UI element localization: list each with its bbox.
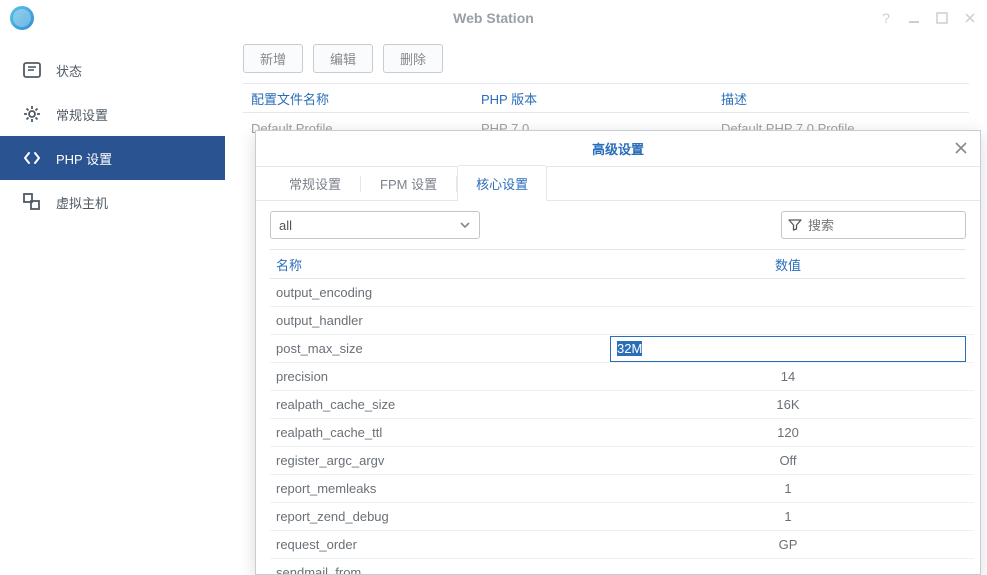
dialog-tabs: 常规设置 FPM 设置 核心设置 [256,167,980,201]
maximize-button[interactable] [935,11,949,25]
sidebar-item-php[interactable]: PHP 设置 [0,136,225,180]
setting-name: request_order [270,537,610,552]
setting-value: 1 [610,509,974,524]
profile-table-header: 配置文件名称 PHP 版本 描述 [243,83,969,113]
dialog-title-bar: 高级设置 [256,131,980,167]
setting-row[interactable]: request_orderGP [270,531,974,559]
setting-row[interactable]: output_handler [270,307,974,335]
sidebar-item-general[interactable]: 常规设置 [0,92,225,136]
setting-value: GP [610,537,974,552]
sidebar-item-label: 虚拟主机 [56,193,108,212]
dialog-close-button[interactable] [952,139,970,157]
setting-name: output_encoding [270,285,610,300]
col-description[interactable]: 描述 [713,89,969,108]
window-controls: ? [879,11,977,25]
gear-icon [22,104,42,124]
tab-fpm[interactable]: FPM 设置 [361,165,456,201]
setting-name: realpath_cache_size [270,397,610,412]
setting-name: register_argc_argv [270,453,610,468]
setting-name: report_zend_debug [270,509,610,524]
close-button[interactable] [963,11,977,25]
setting-row[interactable]: realpath_cache_size16K [270,391,974,419]
setting-row[interactable]: register_argc_argvOff [270,447,974,475]
setting-name: realpath_cache_ttl [270,425,610,440]
settings-table-header: 名称 数值 [270,249,966,279]
add-button[interactable]: 新增 [243,44,303,73]
tab-core[interactable]: 核心设置 [457,165,547,201]
search-box[interactable] [781,211,966,239]
setting-row[interactable]: sendmail_from [270,559,974,574]
settings-rows[interactable]: output_encoding output_handler post_max_si… [270,279,974,574]
filter-icon [788,218,802,232]
setting-name: output_handler [270,313,610,328]
vhost-icon [22,192,42,212]
setting-row[interactable]: report_zend_debug1 [270,503,974,531]
col-setting-name[interactable]: 名称 [270,255,610,274]
help-icon[interactable]: ? [879,11,893,25]
tab-general[interactable]: 常规设置 [270,165,360,201]
setting-value: 16K [610,397,974,412]
advanced-settings-dialog: 高级设置 常规设置 FPM 设置 核心设置 all 名称 数值 output_e… [255,130,981,575]
setting-name: report_memleaks [270,481,610,496]
dialog-title: 高级设置 [592,139,644,158]
status-icon [22,60,42,80]
col-profile-name[interactable]: 配置文件名称 [243,89,473,108]
setting-value-input[interactable] [610,336,966,362]
app-icon [10,6,34,30]
col-php-version[interactable]: PHP 版本 [473,89,713,108]
setting-value[interactable] [610,336,974,362]
chevron-down-icon [459,219,471,231]
setting-value: 14 [610,369,974,384]
title-bar: Web Station ? [0,0,987,36]
setting-name: post_max_size [270,341,610,356]
setting-row[interactable]: post_max_size [270,335,974,363]
setting-value: 120 [610,425,974,440]
sidebar-item-label: 状态 [56,61,82,80]
setting-row[interactable]: report_memleaks1 [270,475,974,503]
toolbar: 新增 编辑 删除 [243,44,969,73]
window-title: Web Station [0,10,987,26]
minimize-button[interactable] [907,11,921,25]
setting-name: precision [270,369,610,384]
sidebar-item-label: PHP 设置 [56,149,112,168]
search-input[interactable] [808,218,984,233]
setting-value: Off [610,453,974,468]
setting-value: 1 [610,481,974,496]
setting-row[interactable]: output_encoding [270,279,974,307]
setting-row[interactable]: precision14 [270,363,974,391]
setting-row[interactable]: realpath_cache_ttl120 [270,419,974,447]
sidebar-item-label: 常规设置 [56,105,108,124]
filter-select[interactable]: all [270,211,480,239]
setting-name: sendmail_from [270,565,610,574]
code-icon [22,148,42,168]
sidebar-item-vhost[interactable]: 虚拟主机 [0,180,225,224]
col-setting-value[interactable]: 数值 [610,255,966,274]
delete-button[interactable]: 删除 [383,44,443,73]
sidebar-item-status[interactable]: 状态 [0,48,225,92]
sidebar: 状态 常规设置 PHP 设置 虚拟主机 [0,36,225,575]
edit-button[interactable]: 编辑 [313,44,373,73]
dialog-controls: all [256,201,980,249]
filter-select-value: all [279,218,292,233]
